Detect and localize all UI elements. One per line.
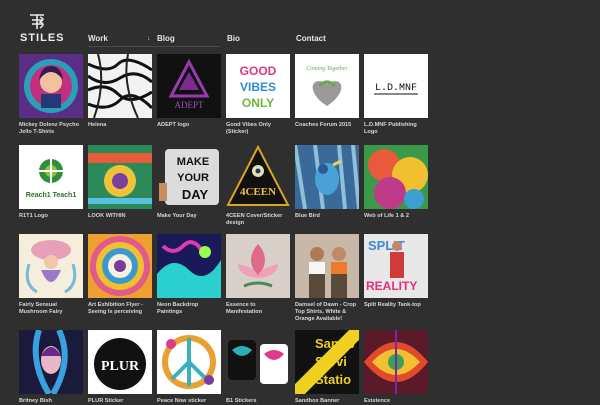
portfolio-thumbnail: Sandb Servi Statio: [295, 330, 359, 394]
portfolio-item[interactable]: Peace Now sticker: [157, 330, 221, 405]
portfolio-item[interactable]: Sandb Servi Statio Sandbox Banner: [295, 330, 359, 405]
artwork-text: ONLY: [242, 96, 274, 110]
portfolio-thumbnail: L.D.MNF: [364, 54, 428, 118]
portfolio-thumbnail: [88, 234, 152, 298]
portfolio-title: 4CEEN Cover/Sticker design: [226, 213, 283, 226]
artwork-text: PLUR: [101, 359, 140, 374]
portfolio-thumbnail: [88, 54, 152, 118]
portfolio-title: L.D.MNF Publishing Logo: [364, 122, 417, 135]
portfolio-thumbnail: [157, 330, 221, 394]
portfolio-item[interactable]: PLUR PLUR Sticker: [88, 330, 152, 405]
portfolio-thumbnail: [226, 330, 290, 394]
portfolio-grid: Mickey Dolenz Psycho Jello T-Shirts Hele…: [0, 0, 600, 404]
portfolio-item[interactable]: ADEPT ADEPT logo: [157, 54, 221, 129]
portfolio-item[interactable]: Fairly Sensual Mushroom Fairy: [19, 234, 83, 316]
portfolio-thumbnail: Coming Together: [295, 54, 359, 118]
artwork-text: 4CEEN: [240, 186, 276, 198]
portfolio-thumbnail: PLUR: [88, 330, 152, 394]
portfolio-item[interactable]: Reach1 Teach1 R1T1 Logo: [19, 145, 83, 220]
portfolio-title: Split Reality Tank-top: [364, 302, 421, 308]
portfolio-title: Blue Bird: [295, 213, 320, 219]
portfolio-thumbnail: [19, 234, 83, 298]
portfolio-title: Good Vibes Only (Sticker): [226, 122, 271, 135]
portfolio-thumbnail: [364, 145, 428, 209]
portfolio-title: Essence to Manifestation: [226, 302, 263, 315]
portfolio-thumbnail: [157, 234, 221, 298]
portfolio-thumbnail: [364, 330, 428, 394]
portfolio-item[interactable]: Helena: [88, 54, 152, 129]
portfolio-title: R1T1 Logo: [19, 213, 48, 219]
portfolio-title: Make Your Day: [157, 213, 197, 219]
portfolio-title: Peace Now sticker: [157, 398, 207, 404]
portfolio-item[interactable]: Essence to Manifestation: [226, 234, 290, 316]
portfolio-item[interactable]: SPLIT REALITY Split Reality Tank-top: [364, 234, 428, 309]
artwork-adept-text: ADEPT: [175, 100, 205, 110]
portfolio-thumbnail: [19, 54, 83, 118]
portfolio-item[interactable]: Mickey Dolenz Psycho Jello T-Shirts: [19, 54, 83, 136]
portfolio-title: Sandbox Banner: [295, 398, 340, 404]
artwork-text: VIBES: [240, 80, 276, 94]
portfolio-title: ADEPT logo: [157, 122, 190, 128]
portfolio-thumbnail: [226, 234, 290, 298]
portfolio-title: Helena: [88, 122, 107, 128]
artwork-text: DAY: [182, 187, 209, 202]
portfolio-title: Existence: [364, 398, 391, 404]
portfolio-thumbnail: Reach1 Teach1: [19, 145, 83, 209]
portfolio-thumbnail: GOOD VIBES ONLY: [226, 54, 290, 118]
portfolio-item[interactable]: Neon Backdrop Paintings: [157, 234, 221, 316]
artwork-text: Reach1 Teach1: [26, 192, 77, 199]
portfolio-thumbnail: 4CEEN: [226, 145, 290, 209]
portfolio-item[interactable]: Art Exhibition Flyer - Seeing Is perceiv…: [88, 234, 152, 316]
portfolio-item[interactable]: Web of Life 1 & 2: [364, 145, 428, 220]
portfolio-title: Damsel of Dawn - Crop Top Shirts, White …: [295, 302, 357, 322]
portfolio-thumbnail: [19, 330, 83, 394]
artwork-text: MAKE: [177, 156, 209, 168]
portfolio-thumbnail: [295, 234, 359, 298]
portfolio-item[interactable]: Existence: [364, 330, 428, 405]
portfolio-item[interactable]: LOOK WITHIN: [88, 145, 152, 220]
portfolio-title: LOOK WITHIN: [88, 213, 126, 219]
artwork-text: REALITY: [366, 279, 417, 293]
artwork-text: Servi: [315, 354, 347, 369]
artwork-text: Sandb: [315, 336, 355, 351]
portfolio-item[interactable]: L.D.MNF L.D.MNF Publishing Logo: [364, 54, 428, 136]
portfolio-thumbnail: ADEPT: [157, 54, 221, 118]
portfolio-item[interactable]: 4CEEN 4CEEN Cover/Sticker design: [226, 145, 290, 227]
portfolio-thumbnail: MAKE YOUR DAY: [157, 145, 221, 209]
portfolio-item[interactable]: MAKE YOUR DAY Make Your Day: [157, 145, 221, 220]
artwork-text: YOUR: [177, 172, 209, 184]
artwork-text: L.D.MNF: [375, 83, 417, 94]
portfolio-title: PLUR Sticker: [88, 398, 124, 404]
portfolio-title: B1 Stickers: [226, 398, 257, 404]
portfolio-title: Web of Life 1 & 2: [364, 213, 409, 219]
portfolio-title: Art Exhibition Flyer - Seeing Is perceiv…: [88, 302, 144, 315]
portfolio-thumbnail: [88, 145, 152, 209]
artwork-text: Coming Together: [306, 66, 348, 72]
portfolio-item[interactable]: B1 Stickers: [226, 330, 290, 405]
portfolio-thumbnail: [295, 145, 359, 209]
portfolio-item[interactable]: Damsel of Dawn - Crop Top Shirts, White …: [295, 234, 359, 322]
portfolio-item[interactable]: Coming Together Coaches Forum 2015: [295, 54, 359, 129]
portfolio-item[interactable]: Britney Bish: [19, 330, 83, 405]
artwork-text: Statio: [315, 372, 351, 387]
portfolio-title: Britney Bish: [19, 398, 52, 404]
portfolio-item[interactable]: GOOD VIBES ONLY Good Vibes Only (Sticker…: [226, 54, 290, 136]
artwork-text: GOOD: [240, 64, 277, 78]
portfolio-item[interactable]: Blue Bird: [295, 145, 359, 220]
portfolio-thumbnail: SPLIT REALITY: [364, 234, 428, 298]
portfolio-title: Mickey Dolenz Psycho Jello T-Shirts: [19, 122, 79, 135]
portfolio-title: Coaches Forum 2015: [295, 122, 352, 128]
portfolio-title: Neon Backdrop Paintings: [157, 302, 199, 315]
portfolio-title: Fairly Sensual Mushroom Fairy: [19, 302, 63, 315]
